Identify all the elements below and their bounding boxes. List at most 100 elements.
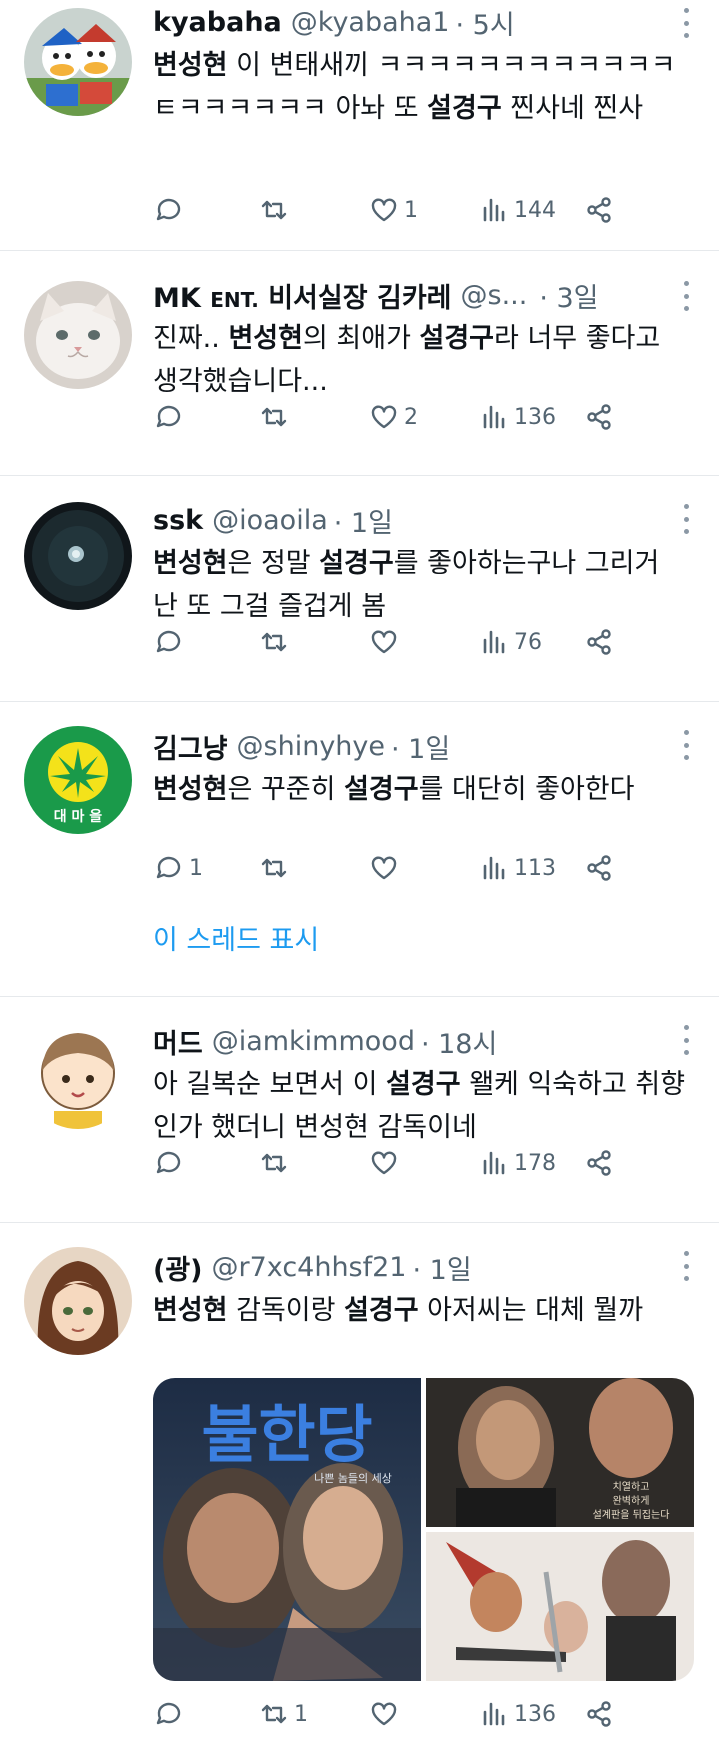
handle[interactable]: @ioaoila (212, 505, 328, 536)
timestamp[interactable]: · 18시 (421, 1022, 497, 1061)
reply-count: 1 (189, 855, 203, 881)
media-grid[interactable]: 불한당 나쁜 놈들의 세상 치열하고 완벽하게 설계판을 뒤집는다 (153, 1378, 694, 1681)
handle[interactable]: @r7xc4hhsf21 (212, 1252, 407, 1283)
timestamp[interactable]: · 1일 (413, 1248, 472, 1287)
retweet-button[interactable]: 1 (258, 1692, 308, 1736)
views-button[interactable]: 76 (478, 620, 542, 664)
text-segment: 찐사네 찐사 (501, 93, 644, 124)
views-icon (483, 405, 505, 429)
tweet-text: 아 길복순 보면서 이 설경구 왤케 익숙하고 취향인가 했더니 변성현 감독이… (153, 1063, 691, 1149)
retweet-icon (261, 407, 287, 427)
tweet-header: kyabaha @kyabaha1 · 5시 (153, 0, 691, 44)
views-icon (483, 1702, 505, 1726)
avatar[interactable] (24, 1247, 132, 1355)
heart-icon (371, 1702, 397, 1726)
reply-icon (156, 1702, 181, 1725)
views-button[interactable]: 144 (478, 188, 556, 232)
retweet-button[interactable] (258, 846, 294, 890)
views-button[interactable]: 136 (478, 395, 556, 439)
like-button[interactable] (368, 1141, 404, 1185)
views-count: 136 (514, 1701, 556, 1727)
views-count: 144 (514, 197, 556, 223)
reply-button[interactable]: 1 (153, 846, 203, 890)
timestamp[interactable]: · 5시 (455, 3, 514, 42)
handle[interactable]: @iamkimmood (212, 1026, 415, 1057)
tweet-text: 변성현 감독이랑 설경구 아저씨는 대체 뭘까 (153, 1289, 691, 1332)
poster-title: 불한당 (201, 1398, 372, 1471)
reply-button[interactable] (153, 1141, 189, 1185)
text-segment: 설경구 (344, 1295, 419, 1326)
handle[interactable]: @shinyhye (237, 731, 385, 762)
tweet-header: ssk @ioaoila · 1일 (153, 498, 691, 542)
share-button[interactable] (583, 1141, 615, 1185)
media-image-poster[interactable]: 불한당 나쁜 놈들의 세상 (153, 1378, 421, 1681)
timeline-feed: kyabaha @kyabaha1 · 5시 변성현 이 변태새끼 ㅋㅋㅋㅋㅋㅋ… (0, 0, 719, 1759)
media-image-still[interactable]: 치열하고 완벽하게 설계판을 뒤집는다 (426, 1378, 694, 1527)
text-segment: 은 정말 (227, 548, 320, 579)
timestamp[interactable]: · 1일 (334, 501, 393, 540)
name-part: ENT. (210, 287, 259, 312)
avatar[interactable] (24, 281, 132, 389)
poster-subtitle: 나쁜 놈들의 세상 (314, 1472, 392, 1485)
tweet[interactable]: kyabaha @kyabaha1 · 5시 변성현 이 변태새끼 ㅋㅋㅋㅋㅋㅋ… (0, 0, 719, 251)
tweet[interactable]: ssk @ioaoila · 1일 변성현은 정말 설경구를 좋아하는구나 그리… (0, 476, 719, 702)
media-image-still[interactable] (426, 1532, 694, 1681)
heart-icon (371, 856, 397, 880)
display-name[interactable]: ssk (153, 505, 203, 536)
show-thread-link[interactable]: 이 스레드 표시 (153, 918, 319, 957)
views-count: 136 (514, 404, 556, 430)
tweet[interactable]: (광) @r7xc4hhsf21 · 1일 변성현 감독이랑 설경구 아저씨는 … (0, 1223, 719, 1759)
avatar[interactable] (24, 502, 132, 610)
reply-button[interactable] (153, 395, 189, 439)
retweet-button[interactable] (258, 395, 294, 439)
retweet-button[interactable] (258, 1141, 294, 1185)
like-button[interactable] (368, 846, 404, 890)
share-button[interactable] (583, 846, 615, 890)
heart-icon (371, 1151, 397, 1175)
handle[interactable]: @s... (461, 280, 528, 311)
reply-button[interactable] (153, 1692, 189, 1736)
views-button[interactable]: 136 (478, 1692, 556, 1736)
avatar[interactable] (24, 1021, 132, 1129)
retweet-button[interactable] (258, 620, 294, 664)
reply-button[interactable] (153, 620, 189, 664)
tweet[interactable]: 머드 @iamkimmood · 18시 아 길복순 보면서 이 설경구 왤케 … (0, 997, 719, 1223)
tweet-header: MK ENT. 비서실장 김카레 @s... · 3일 (153, 273, 691, 317)
avatar-text: 대 마 을 (54, 809, 103, 825)
retweet-button[interactable] (258, 188, 294, 232)
like-button[interactable] (368, 620, 404, 664)
tweet-actions: 178 (153, 1141, 683, 1185)
timestamp[interactable]: · 1일 (391, 727, 450, 766)
views-button[interactable]: 178 (478, 1141, 556, 1185)
tweet[interactable]: MK ENT. 비서실장 김카레 @s... · 3일 진짜.. 변성현의 최애… (0, 251, 719, 476)
display-name[interactable]: 김그냥 (153, 727, 228, 766)
text-segment: 은 꾸준히 (227, 774, 345, 805)
timestamp[interactable]: · 3일 (539, 276, 598, 315)
share-button[interactable] (583, 620, 615, 664)
tweet-header: 머드 @iamkimmood · 18시 (153, 1019, 691, 1063)
text-segment: 변성현 (153, 774, 228, 805)
handle[interactable]: @kyabaha1 (291, 7, 450, 38)
poster-caption: 설계판을 뒤집는다 (593, 1509, 670, 1521)
display-name[interactable]: kyabaha (153, 7, 282, 38)
share-button[interactable] (583, 1692, 615, 1736)
tweet[interactable]: 대 마 을 김그냥 @shinyhye · 1일 변성현은 꾸준히 설경구를 대… (0, 702, 719, 997)
display-name[interactable]: MK ENT. 비서실장 김카레 (153, 276, 452, 315)
reply-button[interactable] (153, 188, 189, 232)
like-button[interactable] (368, 1692, 404, 1736)
display-name[interactable]: (광) (153, 1248, 203, 1287)
avatar[interactable] (24, 8, 132, 116)
text-segment: 변성현 (228, 323, 303, 354)
tweet-actions: 76 (153, 620, 683, 664)
share-button[interactable] (583, 395, 615, 439)
reply-icon (156, 405, 181, 428)
tweet-header: (광) @r7xc4hhsf21 · 1일 (153, 1245, 691, 1289)
display-name[interactable]: 머드 (153, 1022, 203, 1061)
like-button[interactable]: 1 (368, 188, 418, 232)
reply-icon (156, 1151, 181, 1174)
avatar[interactable]: 대 마 을 (24, 726, 132, 834)
share-button[interactable] (583, 188, 615, 232)
views-button[interactable]: 113 (478, 846, 556, 890)
tweet-text: 변성현은 꾸준히 설경구를 대단히 좋아한다 (153, 768, 691, 811)
like-button[interactable]: 2 (368, 395, 418, 439)
